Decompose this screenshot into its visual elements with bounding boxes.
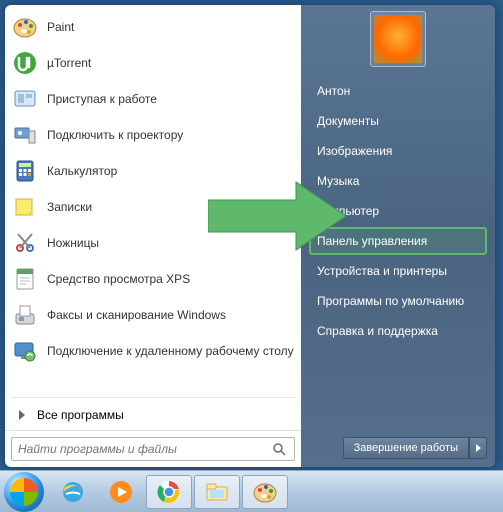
program-item-calculator[interactable]: Калькулятор [5, 153, 301, 189]
chevron-right-icon [476, 444, 481, 452]
right-panel: АнтонДокументыИзображенияМузыкаКомпьютер… [301, 5, 495, 467]
sticky-notes-icon [11, 193, 39, 221]
shutdown-wrap: Завершение работы [309, 437, 487, 459]
program-item-paint[interactable]: Paint [5, 9, 301, 45]
program-item-getting-started[interactable]: Приступая к работе [5, 81, 301, 117]
program-item-snipping[interactable]: Ножницы [5, 225, 301, 261]
shutdown-button[interactable]: Завершение работы [343, 437, 469, 459]
program-label: Калькулятор [47, 164, 117, 178]
start-orb[interactable] [4, 472, 44, 512]
avatar-wrap [309, 11, 487, 67]
search-box[interactable] [11, 437, 295, 461]
search-wrap [5, 430, 301, 467]
right-item-6[interactable]: Устройства и принтеры [309, 257, 487, 285]
program-label: µTorrent [47, 56, 91, 70]
taskbar-explorer[interactable] [194, 475, 240, 509]
search-input[interactable] [12, 442, 272, 456]
wmp-icon [108, 479, 134, 505]
right-item-7[interactable]: Программы по умолчанию [309, 287, 487, 315]
taskbar [0, 470, 503, 512]
calculator-icon [11, 157, 39, 185]
right-item-1[interactable]: Документы [309, 107, 487, 135]
right-list: АнтонДокументыИзображенияМузыкаКомпьютер… [309, 77, 487, 437]
paint-icon [252, 479, 278, 505]
program-label: Paint [47, 20, 74, 34]
taskbar-paint[interactable] [242, 475, 288, 509]
ie-icon [60, 479, 86, 505]
chrome-icon [156, 479, 182, 505]
fax-icon [11, 301, 39, 329]
search-icon[interactable] [272, 442, 294, 456]
program-label: Ножницы [47, 236, 99, 250]
program-label: Записки [47, 200, 92, 214]
chevron-right-icon [19, 410, 25, 420]
right-item-5[interactable]: Панель управления [309, 227, 487, 255]
shutdown-options-button[interactable] [469, 437, 487, 459]
program-label: Подключение к удаленному рабочему столу [47, 344, 294, 358]
start-menu: Paint µTorrent Приступая к работе Подключит… [5, 5, 495, 467]
program-item-utorrent[interactable]: µTorrent [5, 45, 301, 81]
program-item-xps[interactable]: Средство просмотра XPS [5, 261, 301, 297]
rdp-icon [11, 337, 39, 365]
explorer-icon [204, 479, 230, 505]
taskbar-wmp[interactable] [98, 475, 144, 509]
right-item-4[interactable]: Компьютер [309, 197, 487, 225]
xps-icon [11, 265, 39, 293]
right-item-0[interactable]: Антон [309, 77, 487, 105]
snipping-icon [11, 229, 39, 257]
paint-icon [11, 13, 39, 41]
program-label: Факсы и сканирование Windows [47, 308, 226, 322]
program-item-sticky-notes[interactable]: Записки [5, 189, 301, 225]
projector-icon [11, 121, 39, 149]
separator [11, 397, 295, 398]
taskbar-chrome[interactable] [146, 475, 192, 509]
program-label: Подключить к проектору [47, 128, 183, 142]
flower-icon [374, 15, 422, 63]
all-programs-item[interactable]: Все программы [5, 400, 301, 430]
right-item-8[interactable]: Справка и поддержка [309, 317, 487, 345]
taskbar-ie[interactable] [50, 475, 96, 509]
right-item-3[interactable]: Музыка [309, 167, 487, 195]
right-item-2[interactable]: Изображения [309, 137, 487, 165]
left-panel: Paint µTorrent Приступая к работе Подключит… [5, 5, 301, 467]
getting-started-icon [11, 85, 39, 113]
program-item-fax[interactable]: Факсы и сканирование Windows [5, 297, 301, 333]
program-item-rdp[interactable]: Подключение к удаленному рабочему столу [5, 333, 301, 369]
user-avatar[interactable] [370, 11, 426, 67]
program-label: Средство просмотра XPS [47, 272, 190, 286]
all-programs-label: Все программы [37, 408, 124, 422]
program-label: Приступая к работе [47, 92, 157, 106]
program-item-projector[interactable]: Подключить к проектору [5, 117, 301, 153]
utorrent-icon [11, 49, 39, 77]
program-list: Paint µTorrent Приступая к работе Подключит… [5, 5, 301, 395]
